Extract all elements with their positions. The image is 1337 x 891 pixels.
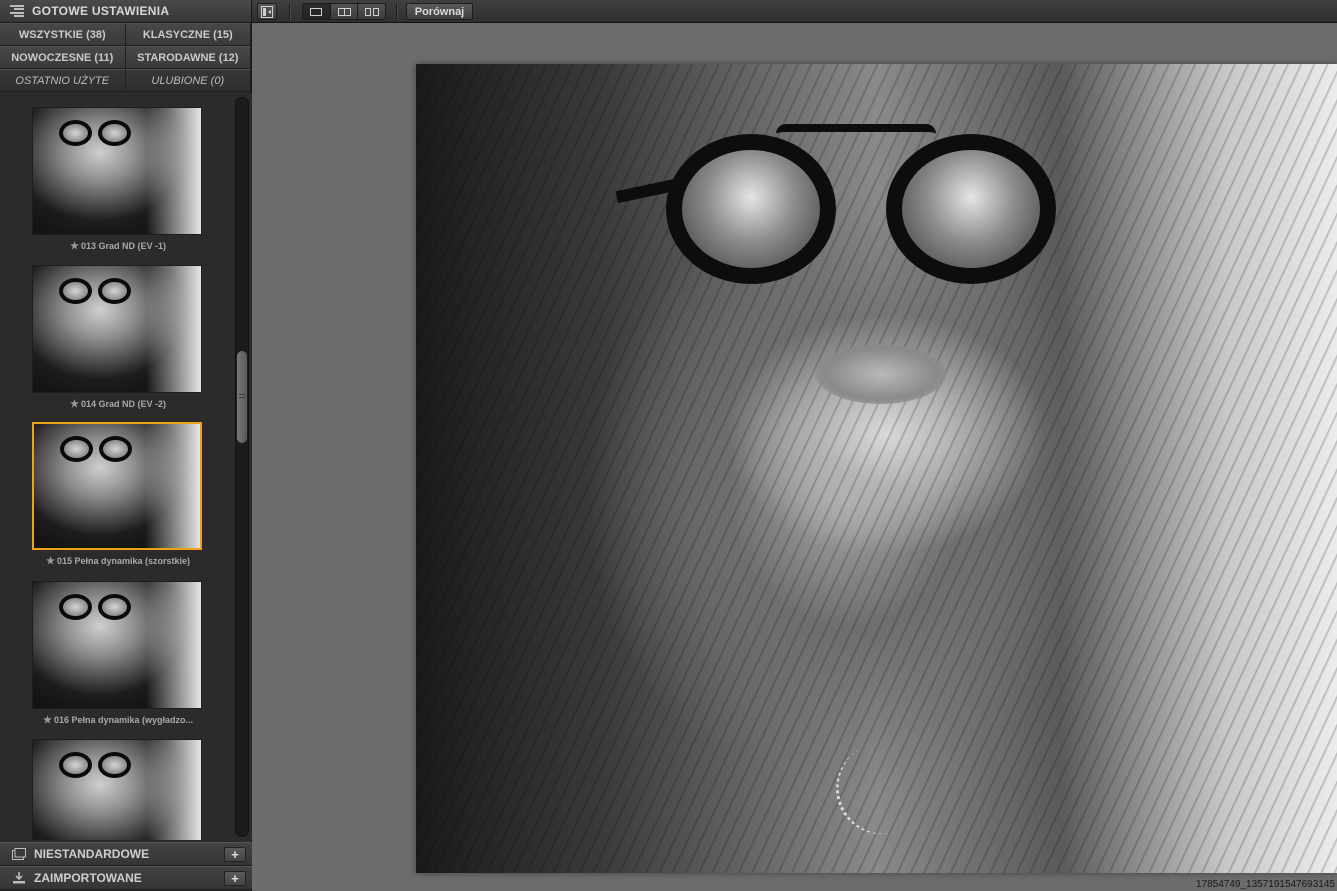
preset-thumbnail[interactable] <box>32 581 202 709</box>
top-toolbar: Porównaj <box>252 0 1337 23</box>
split-view-icon <box>337 7 351 16</box>
preset-thumbnail[interactable] <box>32 265 202 393</box>
preset-label: 016 Pełna dynamika (wygładzo... <box>53 715 194 725</box>
preset-item[interactable]: ★ 013 Grad ND (EV -1) <box>32 107 204 252</box>
preset-thumbnail[interactable] <box>32 107 202 235</box>
star-icon[interactable]: ★ <box>70 241 79 252</box>
panel-toggle-icon <box>261 5 273 18</box>
scrollbar-thumb[interactable] <box>237 351 247 443</box>
preset-item[interactable]: ★ 016 Pełna dynamika (wygładzo... <box>32 581 204 726</box>
preset-list: ★ 013 Grad ND (EV -1) ★ 014 Grad ND (EV -2… <box>0 95 252 840</box>
preset-label: 015 Pełna dynamika (szorstkie) <box>56 556 191 566</box>
folder-icon <box>12 848 26 860</box>
preset-thumbnail[interactable] <box>32 739 202 840</box>
sunglasses-shape <box>615 124 1056 284</box>
add-imported-button[interactable]: + <box>224 871 246 886</box>
filter-vintage-button[interactable]: STARODAWNE (12) <box>125 46 251 69</box>
toolbar-separator <box>396 3 397 20</box>
side-by-side-icon <box>364 7 379 16</box>
section-imported[interactable]: ZAIMPORTOWANE + <box>0 866 252 890</box>
filter-grid: WSZYSTKIE (38) KLASYCZNE (15) NOWOCZESNE… <box>0 23 251 92</box>
preset-label: 013 Grad ND (EV -1) <box>80 241 166 251</box>
toolbar-separator <box>289 3 290 20</box>
section-custom[interactable]: NIESTANDARDOWE + <box>0 842 252 866</box>
filter-all-button[interactable]: WSZYSTKIE (38) <box>0 23 126 46</box>
preset-item-selected[interactable]: ★ 015 Pełna dynamika (szorstkie) <box>32 422 204 567</box>
preset-item[interactable]: ★ 014 Grad ND (EV -2) <box>32 265 204 410</box>
single-view-icon <box>310 7 323 16</box>
preview-photo[interactable] <box>416 64 1337 873</box>
filter-favorites-button[interactable]: ULUBIONE (0) <box>125 69 251 92</box>
preset-item[interactable] <box>32 739 204 840</box>
compare-button[interactable]: Porównaj <box>406 3 473 20</box>
add-custom-button[interactable]: + <box>224 847 246 862</box>
filter-modern-button[interactable]: NOWOCZESNE (11) <box>0 46 126 69</box>
filter-recent-button[interactable]: OSTATNIO UŻYTE <box>0 69 126 92</box>
side-by-side-button[interactable] <box>358 4 385 19</box>
preset-thumbnail[interactable] <box>32 422 202 550</box>
star-icon[interactable]: ★ <box>43 715 52 726</box>
image-filename: 17854749_1357191547693145 <box>1195 879 1335 890</box>
preset-label: 014 Grad ND (EV -2) <box>80 399 166 409</box>
image-canvas[interactable]: 17854749_1357191547693145 <box>252 24 1337 891</box>
split-view-button[interactable] <box>330 4 359 19</box>
presets-panel: GOTOWE USTAWIENIA WSZYSTKIE (38) KLASYCZ… <box>0 0 252 891</box>
panel-title: GOTOWE USTAWIENIA <box>32 4 170 18</box>
preset-scrollbar[interactable] <box>235 97 249 837</box>
section-custom-label: NIESTANDARDOWE <box>34 847 150 861</box>
import-icon <box>13 872 25 884</box>
toggle-panel-button[interactable] <box>257 3 277 20</box>
panel-header[interactable]: GOTOWE USTAWIENIA <box>0 0 251 23</box>
menu-icon[interactable] <box>10 5 24 17</box>
star-icon[interactable]: ★ <box>46 556 55 567</box>
star-icon[interactable]: ★ <box>70 399 79 410</box>
view-mode-group <box>302 3 386 20</box>
single-view-button[interactable] <box>303 4 331 19</box>
section-imported-label: ZAIMPORTOWANE <box>34 871 142 885</box>
filter-classic-button[interactable]: KLASYCZNE (15) <box>125 23 251 46</box>
